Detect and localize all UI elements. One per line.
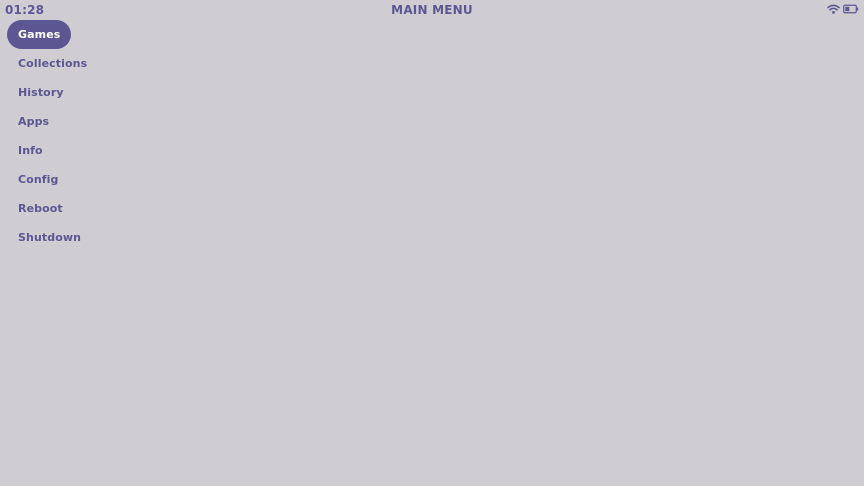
menu-item-label: Config bbox=[18, 173, 59, 186]
menu-item-label: Apps bbox=[18, 115, 50, 128]
menu-item-shutdown[interactable]: Shutdown bbox=[7, 223, 92, 252]
menu-item-label: Games bbox=[18, 28, 61, 41]
menu-item-info[interactable]: Info bbox=[7, 136, 54, 165]
menu-item-label: History bbox=[18, 86, 64, 99]
menu-item-label: Collections bbox=[18, 57, 88, 70]
menu-item-config[interactable]: Config bbox=[7, 165, 70, 194]
status-icons bbox=[827, 4, 859, 14]
main-menu: Games Collections History Apps Info Conf… bbox=[7, 20, 98, 252]
menu-item-apps[interactable]: Apps bbox=[7, 107, 60, 136]
menu-item-label: Shutdown bbox=[18, 231, 82, 244]
wifi-icon bbox=[827, 4, 840, 14]
menu-item-label: Info bbox=[18, 144, 43, 157]
battery-icon bbox=[843, 4, 859, 14]
page-title: MAIN MENU bbox=[391, 3, 473, 17]
menu-item-games[interactable]: Games bbox=[7, 20, 72, 49]
menu-item-collections[interactable]: Collections bbox=[7, 49, 98, 78]
menu-item-reboot[interactable]: Reboot bbox=[7, 194, 74, 223]
menu-item-label: Reboot bbox=[18, 202, 63, 215]
menu-item-history[interactable]: History bbox=[7, 78, 75, 107]
status-bar: 01:28 MAIN MENU bbox=[0, 0, 864, 20]
